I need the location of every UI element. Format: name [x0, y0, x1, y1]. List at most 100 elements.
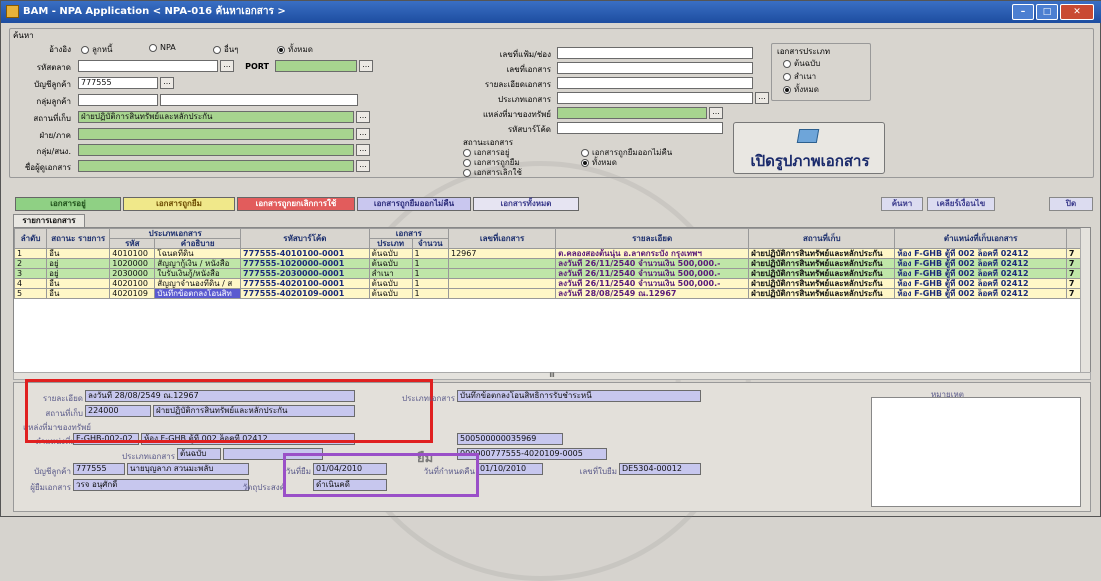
table-cell-detail: ลงวันที่ 26/11/2540 จำนวนเงิน 500,000.-: [555, 278, 750, 289]
doc-number-field[interactable]: [557, 62, 753, 74]
open-image-label: เปิดรูปภาพเอกสาร: [750, 152, 870, 170]
customer-group-field[interactable]: [78, 94, 158, 106]
option-all-radio[interactable]: ทั้งหมด: [277, 43, 313, 56]
table-cell-no: 1: [14, 248, 48, 259]
store-lookup-button[interactable]: ...: [356, 111, 370, 123]
doc-desc-field[interactable]: บันทึกข้อตกลงโอนสิทธิการรับชำระหนี้: [457, 390, 701, 402]
return-date-field[interactable]: 01/10/2010: [477, 463, 543, 475]
asset-source-field[interactable]: [557, 107, 707, 119]
close-button[interactable]: ปิด: [1049, 197, 1093, 211]
red-highlight-box: [25, 379, 433, 443]
doc-type-field[interactable]: [557, 92, 753, 104]
table-cell-detail: ต.คลองสองต้นนุ่น อ.ลาดกระบัง กรุงเทพฯ: [555, 248, 750, 259]
table-cell-store: ฝ่ายปฏิบัติการสินทรัพย์และหลักประกัน: [748, 248, 896, 259]
option-debtor-radio[interactable]: ลูกหนี้: [81, 43, 113, 56]
col-type-header[interactable]: ประเภท: [368, 238, 413, 249]
maximize-button[interactable]: □: [1036, 4, 1058, 20]
minimize-button[interactable]: –: [1012, 4, 1034, 20]
market-code-lookup-button[interactable]: ...: [220, 60, 234, 72]
table-cell-docno: [447, 288, 557, 299]
office-group-lookup-button[interactable]: ...: [356, 144, 370, 156]
table-row[interactable]: 5 อื่น 4020109 บันทึกข้อตกลงโอนสิท 777555-40…: [14, 288, 1083, 299]
account-lookup-button[interactable]: ...: [160, 77, 174, 89]
doctype-original-radio[interactable]: ต้นฉบับ: [783, 57, 820, 70]
col-docno-header[interactable]: เลขที่เอกสาร: [447, 228, 557, 249]
table-cell-desc: สัญญาจำนองที่ดิน / ส: [154, 278, 242, 289]
status-all-radio[interactable]: ทั้งหมด: [581, 156, 617, 169]
filter-present-tab[interactable]: เอกสารอยู่: [15, 197, 121, 211]
market-code-label: รหัสตลาด: [36, 63, 71, 72]
table-row[interactable]: 3 อยู่ 2030000 ใบรับเงินกู้/หนังสือ 777555-2…: [14, 268, 1083, 279]
table-cell-type: ต้นฉบับ: [368, 288, 413, 299]
doc-type-lookup-button[interactable]: ...: [755, 92, 769, 104]
account-code-field[interactable]: 777555: [73, 463, 125, 475]
file-slot-field[interactable]: [557, 47, 753, 59]
search-button[interactable]: ค้นหา: [881, 197, 923, 211]
table-cell-barcode: 777555-2030000-0001: [240, 268, 370, 279]
division-lookup-button[interactable]: ...: [356, 128, 370, 140]
doctype-copy-radio[interactable]: สำเนา: [783, 70, 816, 83]
division-field[interactable]: [78, 128, 354, 140]
store-field[interactable]: ฝ่ายปฏิบัติการสินทรัพย์และหลักประกัน: [78, 111, 354, 123]
filter-not-returned-tab[interactable]: เอกสารถูกยืมออกไม่คืน: [357, 197, 471, 211]
grid-vertical-scrollbar[interactable]: [1080, 228, 1090, 376]
doctype-detail-field[interactable]: ต้นฉบับ: [177, 448, 221, 460]
col-barcode-header[interactable]: รหัสบาร์โค้ด: [240, 228, 370, 249]
doctype-all-radio[interactable]: ทั้งหมด: [783, 83, 819, 96]
ref1-field[interactable]: 500500000035969: [457, 433, 563, 445]
option-npa-radio[interactable]: NPA: [149, 43, 176, 52]
open-image-button[interactable]: เปิดรูปภาพเอกสาร: [733, 122, 885, 174]
filter-borrowed-tab[interactable]: เอกสารถูกยืม: [123, 197, 235, 211]
viewer-field[interactable]: [78, 160, 354, 172]
barcode-field[interactable]: [557, 122, 723, 134]
col-code-header[interactable]: รหัส: [109, 238, 156, 249]
table-cell-barcode: 777555-1020000-0001: [240, 258, 370, 269]
doctype-original-label: ต้นฉบับ: [794, 59, 821, 68]
status-cancelled-radio[interactable]: เอกสารเลิกใช้: [463, 166, 522, 179]
note-field[interactable]: [871, 397, 1081, 507]
col-desc-header[interactable]: คำอธิบาย: [154, 238, 242, 249]
table-cell-qty: 1: [411, 248, 449, 259]
document-list-tab[interactable]: รายการเอกสาร: [13, 214, 85, 227]
table-row[interactable]: 4 อื่น 4020100 สัญญาจำนองที่ดิน / ส 777555-4…: [14, 278, 1083, 289]
ref2-field[interactable]: 000000777555-4020109-0005: [457, 448, 607, 460]
account-label: บัญชีลูกค้า: [34, 80, 71, 89]
col-qty-header[interactable]: จำนวน: [411, 238, 449, 249]
col-status-header[interactable]: สถานะ รายการ: [46, 228, 111, 249]
viewer-lookup-button[interactable]: ...: [356, 160, 370, 172]
option-other-radio[interactable]: อื่นๆ: [213, 43, 239, 56]
table-cell-barcode: 777555-4010100-0001: [240, 248, 370, 259]
doc-detail-field[interactable]: [557, 77, 753, 89]
market-code-field[interactable]: [78, 60, 218, 72]
col-no-header[interactable]: ลำดับ: [14, 228, 48, 249]
asset-source-label: แหล่งที่มาของทรัพย์: [483, 110, 551, 119]
table-cell-status: อื่น: [46, 278, 111, 289]
office-group-field[interactable]: [78, 144, 354, 156]
borrower-label: ผู้ยืมเอกสาร: [30, 483, 71, 492]
port-label: PORT: [245, 62, 269, 71]
table-row[interactable]: 2 อยู่ 1020000 สัญญากู้เงิน / หนังสือ 777555…: [14, 258, 1083, 269]
col-store-header[interactable]: สถานที่เก็บ: [748, 228, 896, 249]
division-label: ฝ่าย/ภาค: [39, 131, 71, 140]
window-title: BAM - NPA Application < NPA-016 ค้นหาเอก…: [23, 6, 286, 17]
col-detail-header[interactable]: รายละเอียด: [555, 228, 750, 249]
filter-cancelled-tab[interactable]: เอกสารถูกยกเลิกการใช้: [237, 197, 355, 211]
customer-group-name-field[interactable]: [160, 94, 358, 106]
table-row[interactable]: 1 อื่น 4010100 โฉนดที่ดิน 777555-4010100-000…: [14, 248, 1083, 259]
doctype-copy-label: สำเนา: [794, 72, 817, 81]
receipt-field[interactable]: DE5304-00012: [619, 463, 701, 475]
doctype-detail-label: ประเภทเอกสาร: [121, 452, 175, 461]
col-location-header[interactable]: ตำแหน่งที่เก็บเอกสาร: [894, 228, 1067, 249]
table-cell-type: สำเนา: [368, 268, 413, 279]
close-window-button[interactable]: ✕: [1060, 4, 1094, 20]
account-field[interactable]: 777555: [78, 77, 158, 89]
asset-source-lookup-button[interactable]: ...: [709, 107, 723, 119]
filter-all-tab[interactable]: เอกสารทั้งหมด: [473, 197, 579, 211]
title-bar: BAM - NPA Application < NPA-016 ค้นหาเอก…: [1, 1, 1101, 23]
port-lookup-button[interactable]: ...: [359, 60, 373, 72]
port-field[interactable]: [275, 60, 357, 72]
clear-conditions-button[interactable]: เคลียร์เงื่อนไข: [927, 197, 995, 211]
table-cell-docno: 12967: [447, 248, 557, 259]
table-cell-no: 5: [14, 288, 48, 299]
account-name-field[interactable]: นายบุญลาภ สวนมะพลับ: [127, 463, 249, 475]
